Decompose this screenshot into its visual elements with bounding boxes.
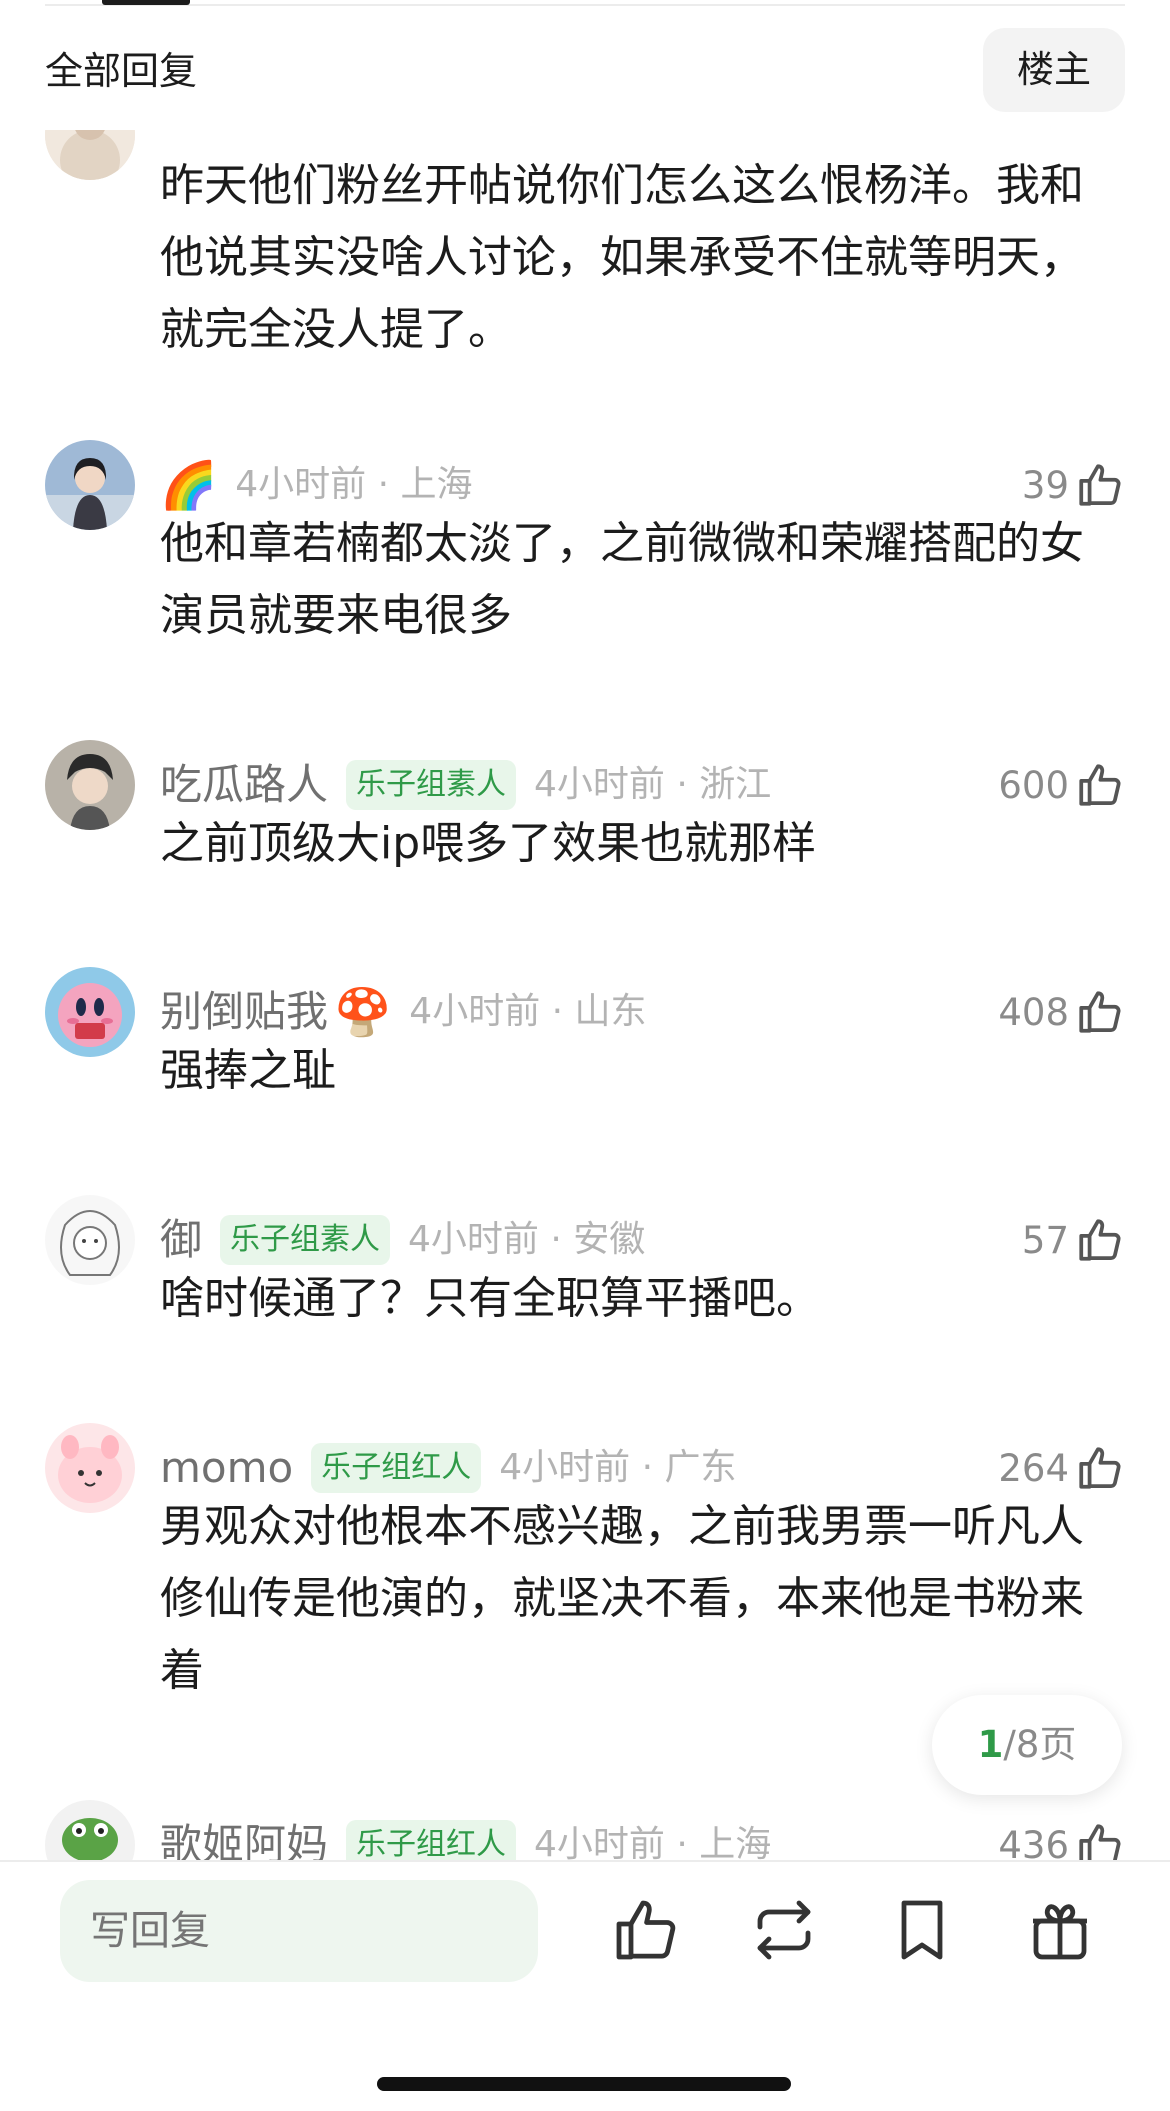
bottom-action-bar — [0, 1860, 1170, 2111]
comment-text: 男观众对他根本不感兴趣，之前我男票一听凡人修仙传是他演的，就坚决不看，本来他是书… — [160, 1501, 1084, 1696]
page-title: 全部回复 — [45, 49, 198, 93]
comment-item: 歌姬阿妈 乐子组红人 4小时前 · 上海 436 — [0, 1800, 1170, 1860]
like-button[interactable]: 408 — [998, 982, 1125, 1042]
avatar[interactable] — [45, 440, 135, 530]
thumbs-up-icon — [1079, 1447, 1121, 1489]
repost-icon[interactable] — [748, 1894, 820, 1966]
thumbs-up-icon — [1079, 1824, 1121, 1860]
timestamp-location: 4小时前 · 上海 — [235, 464, 473, 505]
owner-only-button[interactable]: 楼主 — [983, 28, 1125, 112]
comment-text: 强捧之耻 — [160, 1045, 336, 1096]
timestamp-location: 4小时前 · 浙江 — [534, 764, 772, 805]
current-page: 1 — [977, 1723, 1004, 1766]
timestamp-location: 4小时前 · 上海 — [534, 1824, 772, 1860]
timestamp-location: 4小时前 · 安徽 — [408, 1219, 646, 1260]
thumbs-up-icon — [1079, 1219, 1121, 1261]
username-rainbow-emoji[interactable]: 🌈 — [160, 455, 217, 515]
like-button[interactable]: 264 — [998, 1438, 1125, 1498]
like-button[interactable]: 436 — [998, 1815, 1125, 1860]
like-button[interactable]: 39 — [1022, 455, 1125, 515]
comment-text: 他和章若楠都太淡了，之前微微和荣耀搭配的女演员就要来电很多 — [160, 518, 1084, 641]
comment-list[interactable]: 昨天他们粉丝开帖说你们怎么这么恨杨洋。我和他说其实没啥人讨论，如果承受不住就等明… — [0, 130, 1170, 1860]
username[interactable]: 御 — [160, 1210, 202, 1270]
comment-text: 昨天他们粉丝开帖说你们怎么这么恨杨洋。我和他说其实没啥人讨论，如果承受不住就等明… — [160, 160, 1084, 355]
user-badge: 乐子组素人 — [346, 760, 517, 810]
mushroom-emoji: 🍄 — [334, 985, 392, 1039]
like-count: 408 — [998, 990, 1069, 1034]
comment-item: 🌈 4小时前 · 上海 39 他和章若楠都太淡了，之前微微和荣耀搭配的女演员就要… — [0, 440, 1170, 700]
comment-item: 别倒贴我 🍄 4小时前 · 山东 408 强捧之耻 — [0, 967, 1170, 1147]
comment-meta: 吃瓜路人 乐子组素人 4小时前 · 浙江 — [160, 755, 771, 815]
thumbs-up-icon — [1079, 991, 1121, 1033]
user-badge: 乐子组素人 — [220, 1215, 391, 1265]
avatar[interactable] — [45, 1423, 135, 1513]
avatar[interactable] — [45, 967, 135, 1057]
like-count: 57 — [1021, 1218, 1069, 1262]
avatar[interactable] — [45, 740, 135, 830]
comment-text: 啥时候通了？只有全职算平播吧。 — [160, 1273, 820, 1324]
reply-input[interactable] — [60, 1880, 538, 1982]
top-divider — [45, 4, 1125, 6]
comment-item: 御 乐子组素人 4小时前 · 安徽 57 啥时候通了？只有全职算平播吧。 — [0, 1195, 1170, 1375]
like-button[interactable]: 57 — [1022, 1210, 1125, 1270]
like-count: 436 — [998, 1823, 1069, 1861]
avatar[interactable] — [45, 130, 135, 180]
like-count: 39 — [1021, 463, 1069, 507]
replies-header: 全部回复 楼主 — [0, 24, 1170, 120]
timestamp-location: 4小时前 · 广东 — [499, 1447, 737, 1488]
comment-meta: 歌姬阿妈 乐子组红人 4小时前 · 上海 — [160, 1815, 771, 1860]
username[interactable]: 别倒贴我 — [160, 982, 328, 1042]
timestamp-location: 4小时前 · 山东 — [409, 991, 647, 1032]
like-icon[interactable] — [610, 1894, 682, 1966]
like-button[interactable]: 600 — [998, 755, 1125, 815]
like-count: 264 — [998, 1446, 1069, 1490]
user-badge: 乐子组红人 — [311, 1443, 482, 1493]
comment-text: 之前顶级大ip喂多了效果也就那样 — [160, 818, 817, 869]
tab-indicator — [102, 0, 190, 5]
username[interactable]: momo — [160, 1438, 293, 1498]
comment-item: 昨天他们粉丝开帖说你们怎么这么恨杨洋。我和他说其实没啥人讨论，如果承受不住就等明… — [0, 130, 1170, 380]
thumbs-up-icon — [1079, 764, 1121, 806]
bookmark-icon[interactable] — [886, 1894, 958, 1966]
thumbs-up-icon — [1079, 464, 1121, 506]
comment-item: 吃瓜路人 乐子组素人 4小时前 · 浙江 600 之前顶级大ip喂多了效果也就那… — [0, 740, 1170, 920]
like-count: 600 — [998, 763, 1069, 807]
comment-meta: 御 乐子组素人 4小时前 · 安徽 — [160, 1210, 645, 1270]
total-pages: /8页 — [1003, 1723, 1077, 1766]
username[interactable]: 歌姬阿妈 — [160, 1815, 328, 1860]
username[interactable]: 吃瓜路人 — [160, 755, 328, 815]
page-indicator[interactable]: 1/8页 — [932, 1695, 1122, 1795]
comment-meta: 🌈 4小时前 · 上海 — [160, 455, 473, 515]
gift-icon[interactable] — [1024, 1894, 1096, 1966]
comment-meta: momo 乐子组红人 4小时前 · 广东 — [160, 1438, 736, 1498]
avatar[interactable] — [45, 1800, 135, 1860]
home-indicator — [377, 2077, 791, 2091]
avatar[interactable] — [45, 1195, 135, 1285]
comment-meta: 别倒贴我 🍄 4小时前 · 山东 — [160, 982, 647, 1042]
user-badge: 乐子组红人 — [346, 1820, 517, 1860]
